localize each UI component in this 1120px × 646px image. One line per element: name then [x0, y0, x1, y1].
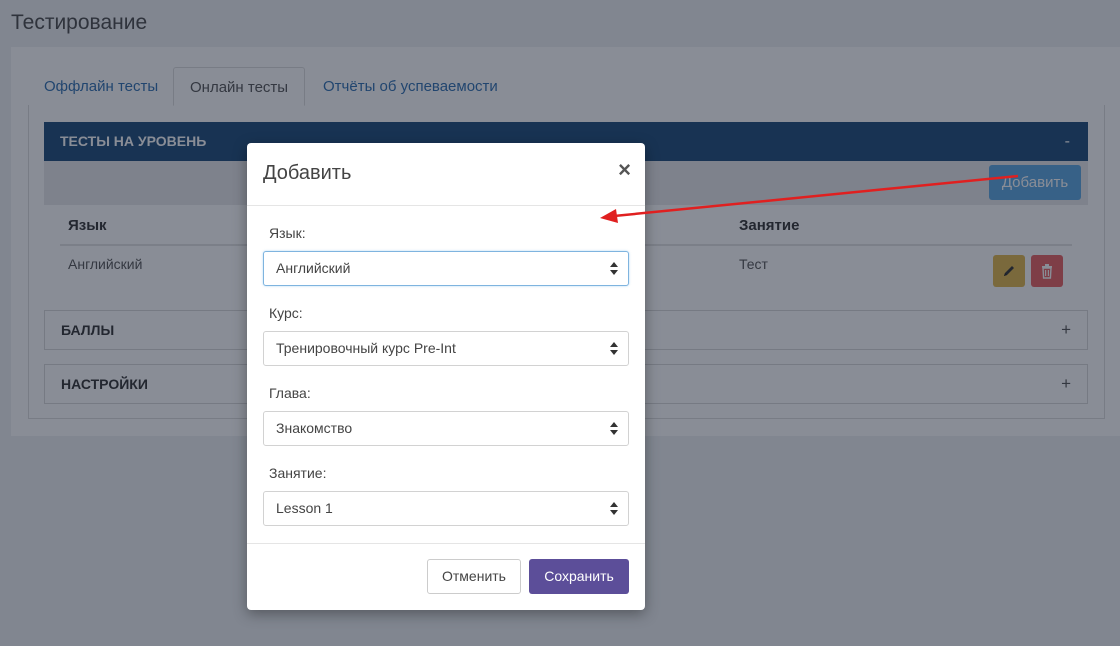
course-select[interactable]: Тренировочный курс Pre-Int — [263, 331, 629, 366]
language-select-value: Английский — [276, 260, 351, 276]
lesson-select-value: Lesson 1 — [276, 500, 333, 516]
chapter-select[interactable]: Знакомство — [263, 411, 629, 446]
sort-arrows-icon — [610, 262, 618, 275]
save-button[interactable]: Сохранить — [529, 559, 629, 594]
lesson-select[interactable]: Lesson 1 — [263, 491, 629, 526]
sort-arrows-icon — [610, 342, 618, 355]
dialog-header: Добавить × — [247, 143, 645, 206]
chapter-label: Глава: — [269, 385, 311, 401]
sort-arrows-icon — [610, 422, 618, 435]
dialog-title: Добавить — [263, 162, 352, 184]
sort-arrows-icon — [610, 502, 618, 515]
dialog-footer-divider — [247, 543, 645, 544]
cancel-button[interactable]: Отменить — [427, 559, 521, 594]
chapter-select-value: Знакомство — [276, 420, 353, 436]
language-select[interactable]: Английский — [263, 251, 629, 286]
language-label: Язык: — [269, 225, 306, 241]
add-dialog: Добавить × Язык: Английский Курс: Тренир… — [247, 143, 645, 610]
course-select-value: Тренировочный курс Pre-Int — [276, 340, 456, 356]
close-icon[interactable]: × — [618, 158, 631, 182]
lesson-label: Занятие: — [269, 465, 327, 481]
course-label: Курс: — [269, 305, 303, 321]
